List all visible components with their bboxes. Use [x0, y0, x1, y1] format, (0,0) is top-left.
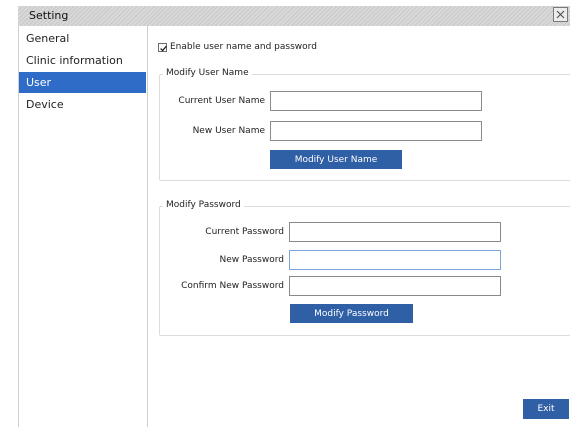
close-icon	[556, 10, 565, 19]
checkmark-icon	[160, 45, 167, 52]
sidebar-item-label: Clinic information	[26, 54, 123, 67]
confirm-password-input[interactable]	[289, 276, 501, 296]
current-username-input[interactable]	[270, 91, 482, 111]
enable-credentials-label: Enable user name and password	[170, 42, 317, 52]
settings-window: General Clinic information User Device E…	[18, 26, 570, 427]
enable-credentials-checkbox[interactable]	[158, 42, 167, 52]
sidebar-item-user[interactable]: User	[19, 72, 146, 93]
new-username-input[interactable]	[270, 121, 482, 141]
sidebar-item-label: General	[26, 32, 70, 45]
enable-credentials-row: Enable user name and password	[158, 40, 317, 54]
sidebar-item-clinic-information[interactable]: Clinic information	[19, 50, 146, 71]
sidebar-item-label: Device	[26, 98, 64, 111]
sidebar-item-general[interactable]: General	[19, 28, 146, 49]
sidebar-item-label: User	[26, 76, 52, 89]
title-bar: Setting	[18, 6, 570, 26]
modify-username-legend: Modify User Name	[163, 68, 252, 78]
new-username-label: New User Name	[192, 126, 265, 136]
exit-button[interactable]: Exit	[523, 399, 569, 419]
user-settings-panel: Enable user name and password Modify Use…	[148, 26, 570, 427]
modify-username-button[interactable]: Modify User Name	[270, 150, 402, 169]
close-button[interactable]	[553, 7, 568, 22]
modify-password-group: Modify Password Current Password New Pas…	[159, 200, 570, 336]
new-password-label: New Password	[219, 255, 284, 265]
current-password-input[interactable]	[289, 222, 501, 242]
confirm-password-label: Confirm New Password	[181, 281, 284, 291]
window-title: Setting	[29, 9, 69, 22]
modify-password-button[interactable]: Modify Password	[290, 304, 413, 323]
sidebar: General Clinic information User Device	[19, 26, 148, 427]
sidebar-item-device[interactable]: Device	[19, 94, 146, 115]
modify-password-legend: Modify Password	[163, 200, 244, 210]
current-username-label: Current User Name	[178, 96, 265, 106]
new-password-input[interactable]	[289, 250, 501, 270]
current-password-label: Current Password	[205, 227, 284, 237]
modify-username-group: Modify User Name Current User Name New U…	[159, 68, 570, 181]
